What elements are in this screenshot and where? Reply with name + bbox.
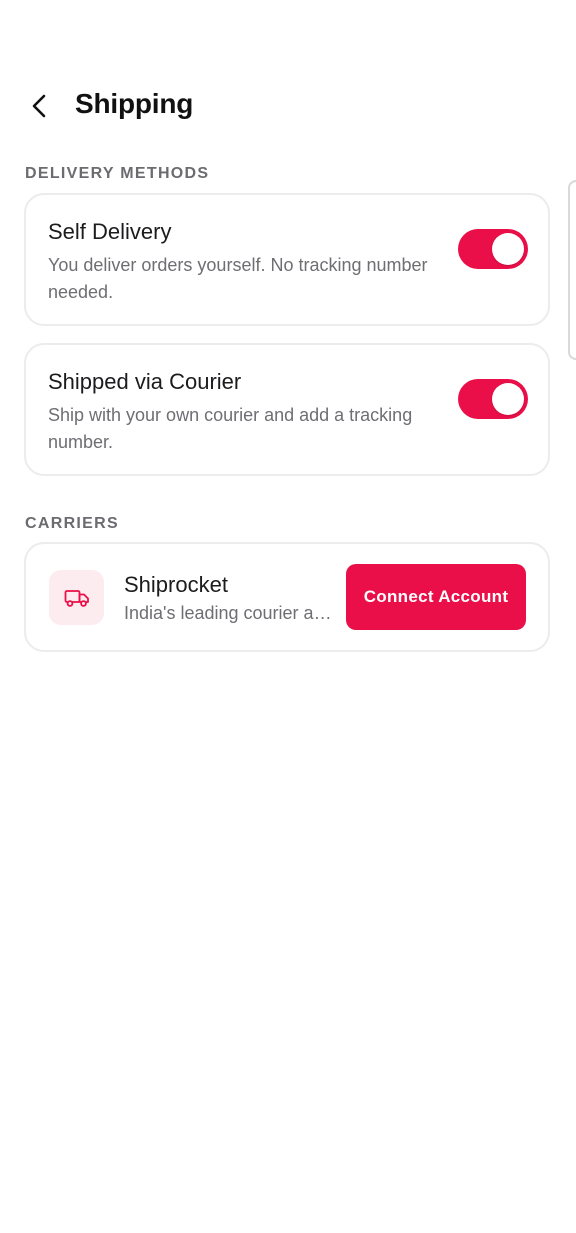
scroll-indicator[interactable]: [568, 180, 576, 360]
toggle-knob: [492, 383, 524, 415]
toggle-knob: [492, 233, 524, 265]
carrier-icon-container: [49, 570, 104, 625]
page-title: Shipping: [75, 88, 194, 119]
delivery-method-title: Self Delivery: [48, 219, 172, 244]
delivery-method-title: Shipped via Courier: [48, 369, 242, 394]
delivery-method-courier: Shipped via Courier Ship with your own c…: [24, 343, 550, 476]
carrier-description: India's leading courier aggregator: [124, 603, 336, 623]
section-label-delivery-methods: DELIVERY METHODS: [25, 165, 210, 182]
header-bar: Shipping: [0, 78, 576, 134]
chevron-left-icon: [32, 94, 46, 118]
self-delivery-toggle[interactable]: [458, 229, 528, 269]
delivery-method-description: You deliver orders yourself. No tracking…: [48, 255, 428, 302]
back-button[interactable]: [22, 86, 58, 126]
truck-icon: [64, 589, 89, 607]
carrier-name: Shiprocket: [124, 572, 228, 597]
section-label-carriers: CARRIERS: [25, 515, 119, 532]
delivery-method-self-delivery: Self Delivery You deliver orders yoursel…: [24, 193, 550, 326]
delivery-method-description: Ship with your own courier and add a tra…: [48, 405, 413, 452]
connect-account-button[interactable]: Connect Account: [346, 564, 526, 630]
carrier-card-shiprocket: Shiprocket India's leading courier aggre…: [24, 542, 550, 652]
courier-toggle[interactable]: [458, 379, 528, 419]
